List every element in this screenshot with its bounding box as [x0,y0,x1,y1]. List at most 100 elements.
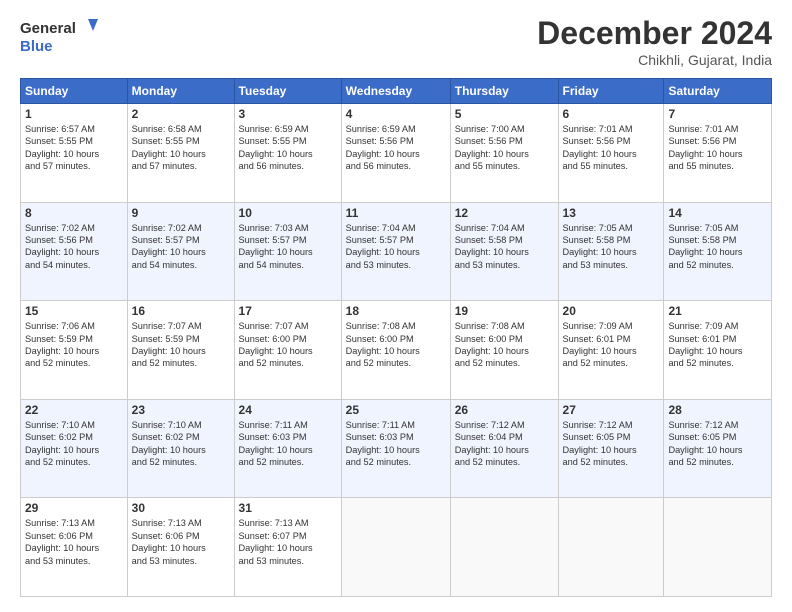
calendar-week-4: 22 Sunrise: 7:10 AM Sunset: 6:02 PM Dayli… [21,399,772,498]
calendar-cell: 17 Sunrise: 7:07 AM Sunset: 6:00 PM Dayli… [234,301,341,400]
cell-info: Sunrise: 7:07 AM Sunset: 5:59 PM Dayligh… [132,320,230,370]
calendar-cell: 5 Sunrise: 7:00 AM Sunset: 5:56 PM Daylig… [450,104,558,203]
day-number: 22 [25,403,123,417]
calendar-week-1: 1Sunrise: 6:57 AM Sunset: 5:55 PM Daylig… [21,104,772,203]
calendar-header-wednesday: Wednesday [341,79,450,104]
calendar-cell: 2 Sunrise: 6:58 AM Sunset: 5:55 PM Daylig… [127,104,234,203]
calendar-week-2: 8Sunrise: 7:02 AM Sunset: 5:56 PM Daylig… [21,202,772,301]
cell-info: Sunrise: 6:58 AM Sunset: 5:55 PM Dayligh… [132,123,230,173]
day-number: 3 [239,107,337,121]
calendar-header-friday: Friday [558,79,664,104]
day-number: 19 [455,304,554,318]
location: Chikhli, Gujarat, India [537,52,772,68]
calendar-cell: 20 Sunrise: 7:09 AM Sunset: 6:01 PM Dayli… [558,301,664,400]
cell-info: Sunrise: 6:59 AM Sunset: 5:56 PM Dayligh… [346,123,446,173]
calendar-cell: 3 Sunrise: 6:59 AM Sunset: 5:55 PM Daylig… [234,104,341,203]
cell-info: Sunrise: 7:02 AM Sunset: 5:56 PM Dayligh… [25,222,123,272]
calendar-cell: 4 Sunrise: 6:59 AM Sunset: 5:56 PM Daylig… [341,104,450,203]
calendar-cell: 28 Sunrise: 7:12 AM Sunset: 6:05 PM Dayli… [664,399,772,498]
calendar-cell [341,498,450,597]
calendar-table: SundayMondayTuesdayWednesdayThursdayFrid… [20,78,772,597]
cell-info: Sunrise: 7:10 AM Sunset: 6:02 PM Dayligh… [25,419,123,469]
calendar-cell: 11 Sunrise: 7:04 AM Sunset: 5:57 PM Dayli… [341,202,450,301]
calendar-cell: 29 Sunrise: 7:13 AM Sunset: 6:06 PM Dayli… [21,498,128,597]
header: General Blue December 2024 Chikhli, Guja… [20,15,772,68]
cell-info: Sunrise: 7:08 AM Sunset: 6:00 PM Dayligh… [455,320,554,370]
day-number: 29 [25,501,123,515]
cell-info: Sunrise: 7:13 AM Sunset: 6:07 PM Dayligh… [239,517,337,567]
cell-info: Sunrise: 7:05 AM Sunset: 5:58 PM Dayligh… [668,222,767,272]
calendar-cell: 21 Sunrise: 7:09 AM Sunset: 6:01 PM Dayli… [664,301,772,400]
calendar-header-tuesday: Tuesday [234,79,341,104]
day-number: 16 [132,304,230,318]
day-number: 23 [132,403,230,417]
calendar-cell: 15 Sunrise: 7:06 AM Sunset: 5:59 PM Dayli… [21,301,128,400]
day-number: 4 [346,107,446,121]
calendar-cell [450,498,558,597]
day-number: 21 [668,304,767,318]
cell-info: Sunrise: 7:00 AM Sunset: 5:56 PM Dayligh… [455,123,554,173]
day-number: 14 [668,206,767,220]
day-number: 26 [455,403,554,417]
cell-info: Sunrise: 6:57 AM Sunset: 5:55 PM Dayligh… [25,123,123,173]
cell-info: Sunrise: 7:08 AM Sunset: 6:00 PM Dayligh… [346,320,446,370]
day-number: 28 [668,403,767,417]
calendar-cell: 24 Sunrise: 7:11 AM Sunset: 6:03 PM Dayli… [234,399,341,498]
calendar-cell [664,498,772,597]
day-number: 18 [346,304,446,318]
cell-info: Sunrise: 7:09 AM Sunset: 6:01 PM Dayligh… [668,320,767,370]
calendar-cell: 9Sunrise: 7:02 AM Sunset: 5:57 PM Daylig… [127,202,234,301]
calendar-cell: 27Sunrise: 7:12 AM Sunset: 6:05 PM Dayli… [558,399,664,498]
day-number: 24 [239,403,337,417]
day-number: 13 [563,206,660,220]
day-number: 2 [132,107,230,121]
calendar-header-monday: Monday [127,79,234,104]
day-number: 11 [346,206,446,220]
cell-info: Sunrise: 7:01 AM Sunset: 5:56 PM Dayligh… [668,123,767,173]
calendar-cell: 14 Sunrise: 7:05 AM Sunset: 5:58 PM Dayli… [664,202,772,301]
day-number: 17 [239,304,337,318]
cell-info: Sunrise: 7:13 AM Sunset: 6:06 PM Dayligh… [25,517,123,567]
svg-text:General: General [20,20,76,37]
calendar-cell: 16 Sunrise: 7:07 AM Sunset: 5:59 PM Dayli… [127,301,234,400]
cell-info: Sunrise: 7:05 AM Sunset: 5:58 PM Dayligh… [563,222,660,272]
calendar-cell: 6Sunrise: 7:01 AM Sunset: 5:56 PM Daylig… [558,104,664,203]
logo-svg: General Blue [20,15,100,57]
calendar-header-thursday: Thursday [450,79,558,104]
calendar-cell: 23Sunrise: 7:10 AM Sunset: 6:02 PM Dayli… [127,399,234,498]
cell-info: Sunrise: 7:13 AM Sunset: 6:06 PM Dayligh… [132,517,230,567]
calendar-header-saturday: Saturday [664,79,772,104]
page: General Blue December 2024 Chikhli, Guja… [0,0,792,612]
cell-info: Sunrise: 7:11 AM Sunset: 6:03 PM Dayligh… [346,419,446,469]
logo: General Blue [20,15,100,57]
title-block: December 2024 Chikhli, Gujarat, India [537,15,772,68]
calendar-header-sunday: Sunday [21,79,128,104]
calendar-cell: 31 Sunrise: 7:13 AM Sunset: 6:07 PM Dayli… [234,498,341,597]
cell-info: Sunrise: 7:11 AM Sunset: 6:03 PM Dayligh… [239,419,337,469]
calendar-cell: 10 Sunrise: 7:03 AM Sunset: 5:57 PM Dayli… [234,202,341,301]
calendar-cell [558,498,664,597]
day-number: 20 [563,304,660,318]
calendar-header-row: SundayMondayTuesdayWednesdayThursdayFrid… [21,79,772,104]
cell-info: Sunrise: 7:03 AM Sunset: 5:57 PM Dayligh… [239,222,337,272]
day-number: 12 [455,206,554,220]
day-number: 5 [455,107,554,121]
calendar-cell: 8Sunrise: 7:02 AM Sunset: 5:56 PM Daylig… [21,202,128,301]
cell-info: Sunrise: 7:12 AM Sunset: 6:05 PM Dayligh… [563,419,660,469]
day-number: 10 [239,206,337,220]
cell-info: Sunrise: 7:12 AM Sunset: 6:05 PM Dayligh… [668,419,767,469]
day-number: 30 [132,501,230,515]
calendar-week-3: 15 Sunrise: 7:06 AM Sunset: 5:59 PM Dayli… [21,301,772,400]
day-number: 15 [25,304,123,318]
cell-info: Sunrise: 6:59 AM Sunset: 5:55 PM Dayligh… [239,123,337,173]
cell-info: Sunrise: 7:02 AM Sunset: 5:57 PM Dayligh… [132,222,230,272]
day-number: 31 [239,501,337,515]
svg-text:Blue: Blue [20,38,53,55]
cell-info: Sunrise: 7:04 AM Sunset: 5:57 PM Dayligh… [346,222,446,272]
cell-info: Sunrise: 7:06 AM Sunset: 5:59 PM Dayligh… [25,320,123,370]
cell-info: Sunrise: 7:09 AM Sunset: 6:01 PM Dayligh… [563,320,660,370]
calendar-week-5: 29 Sunrise: 7:13 AM Sunset: 6:06 PM Dayli… [21,498,772,597]
cell-info: Sunrise: 7:04 AM Sunset: 5:58 PM Dayligh… [455,222,554,272]
cell-info: Sunrise: 7:07 AM Sunset: 6:00 PM Dayligh… [239,320,337,370]
calendar-cell: 22 Sunrise: 7:10 AM Sunset: 6:02 PM Dayli… [21,399,128,498]
